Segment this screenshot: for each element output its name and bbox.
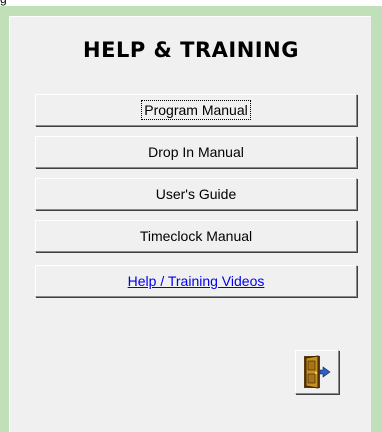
program-manual-button[interactable]: Program Manual — [35, 94, 357, 126]
help-training-content: HELP & TRAINING Program Manual Drop In M… — [9, 16, 371, 432]
program-manual-label: Program Manual — [141, 100, 251, 120]
drop-in-manual-button[interactable]: Drop In Manual — [35, 136, 357, 168]
timeclock-manual-button[interactable]: Timeclock Manual — [35, 220, 357, 252]
help-training-panel: HELP & TRAINING Program Manual Drop In M… — [0, 6, 382, 432]
drop-in-manual-label: Drop In Manual — [148, 144, 244, 160]
help-training-videos-label: Help / Training Videos — [127, 273, 265, 289]
timeclock-manual-label: Timeclock Manual — [139, 228, 253, 244]
users-guide-button[interactable]: User's Guide — [35, 178, 357, 210]
help-training-videos-button[interactable]: Help / Training Videos — [35, 265, 357, 297]
exit-button[interactable] — [295, 350, 339, 394]
panel-title: HELP & TRAINING — [83, 38, 299, 62]
users-guide-label: User's Guide — [155, 186, 237, 202]
exit-door-icon — [304, 355, 331, 389]
